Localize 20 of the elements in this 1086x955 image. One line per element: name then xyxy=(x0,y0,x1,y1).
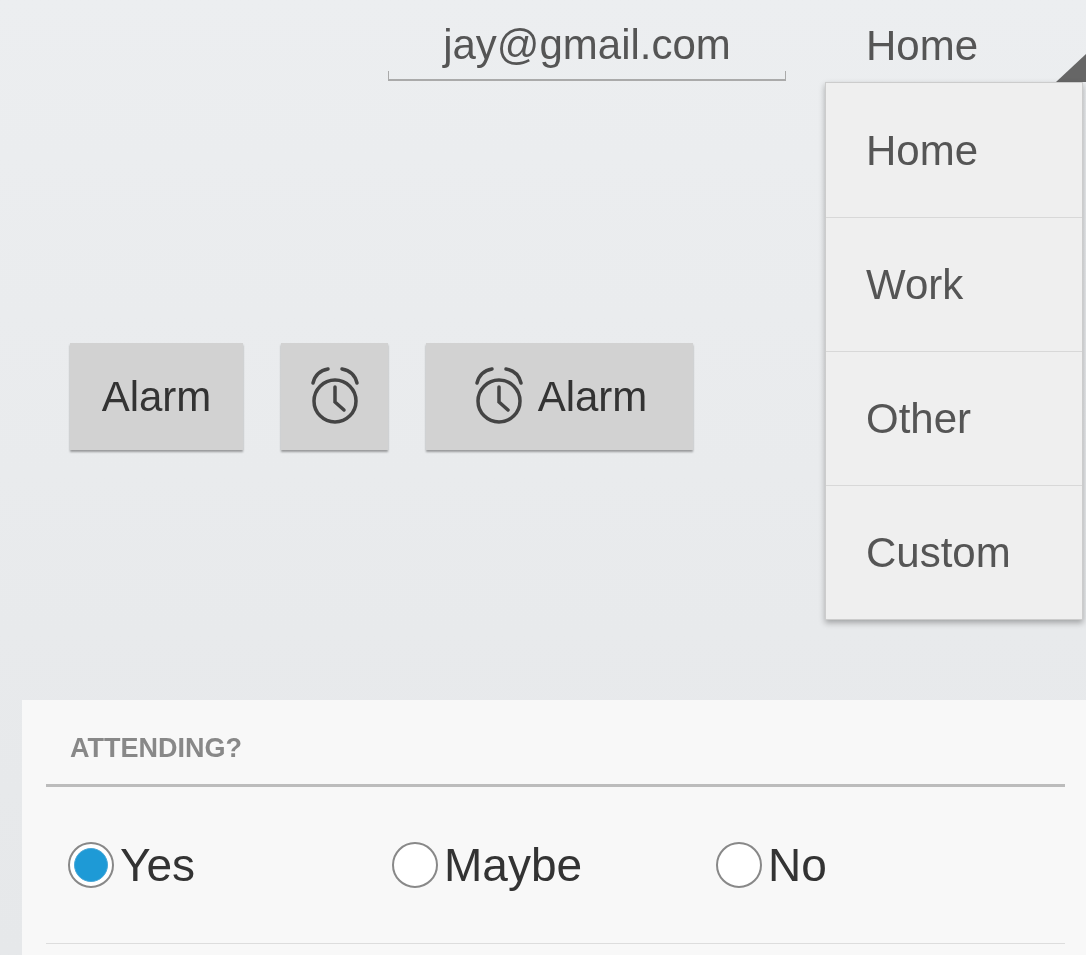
dropdown-item[interactable]: Work xyxy=(826,217,1082,351)
type-spinner[interactable]: Home xyxy=(826,10,1086,81)
radio-label: No xyxy=(768,837,827,893)
spinner-corner-icon xyxy=(1056,54,1086,82)
radio-button[interactable] xyxy=(68,842,114,888)
email-field[interactable]: jay@gmail.com xyxy=(388,10,786,81)
radio-button[interactable] xyxy=(392,842,438,888)
alarm-button[interactable]: Alarm xyxy=(70,343,243,450)
radio-button[interactable] xyxy=(716,842,762,888)
radio-option[interactable]: Maybe xyxy=(392,830,716,900)
radio-option[interactable]: Yes xyxy=(68,830,392,900)
alarm-button[interactable]: Alarm xyxy=(426,343,693,450)
section-title: ATTENDING? xyxy=(70,731,242,765)
dropdown-item[interactable]: Home xyxy=(826,83,1082,217)
dropdown-item[interactable]: Other xyxy=(826,351,1082,485)
dropdown-item[interactable]: Custom xyxy=(826,485,1082,619)
radio-label: Yes xyxy=(120,837,196,893)
radio-option[interactable]: No xyxy=(716,830,1040,900)
alarm-icon-button[interactable] xyxy=(281,343,388,450)
radio-label: Maybe xyxy=(444,837,583,893)
